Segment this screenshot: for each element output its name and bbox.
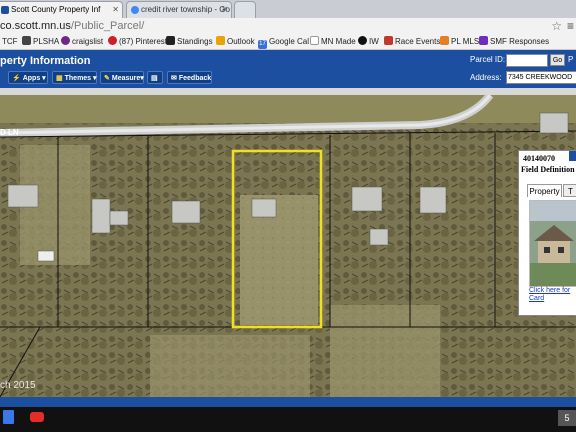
property-card-link[interactable]: Click here for <box>529 287 570 294</box>
feedback-button[interactable]: ✉ Feedback <box>167 71 212 84</box>
bookmark-iw[interactable]: IW <box>358 34 379 49</box>
close-icon[interactable]: ✕ <box>221 2 228 18</box>
app-header: perty Information ⚡ Apps ▾ ▦ Themes ▾ ✎ Mea… <box>0 50 576 88</box>
property-photo <box>529 200 576 287</box>
address-label: Address: <box>470 73 502 82</box>
address-bar[interactable]: co.scott.mn.us/Public_Parcel/ ☆ ≡ <box>0 18 576 34</box>
youtube-icon[interactable] <box>30 412 44 422</box>
tab-other[interactable]: T <box>563 184 576 197</box>
popup-close-button[interactable] <box>569 151 576 161</box>
address-input[interactable]: 7345 CREEKWOOD <box>506 71 576 84</box>
tab-title: Scott County Property Inf <box>11 5 101 14</box>
bookmark-pl-mls[interactable]: PL MLS <box>440 34 479 49</box>
close-icon[interactable]: ✕ <box>112 2 119 18</box>
new-tab-button[interactable] <box>234 1 256 18</box>
bookmark-google-cal[interactable]: 17 Google Cal <box>258 34 309 49</box>
feedback-icon: ✉ <box>171 75 177 82</box>
bookmarks-bar: TCF PLSHA craigslist (87) Pinterest Stan… <box>0 34 576 50</box>
print-button[interactable]: ▤ <box>147 71 163 84</box>
bookmark-mn-made[interactable]: MN Made <box>310 34 356 49</box>
notification-badge[interactable]: 5 <box>558 410 576 426</box>
imagery-date-label: ch 2015 <box>0 380 36 391</box>
bookmark-plsha[interactable]: PLSHA <box>22 34 59 49</box>
tab-google-search[interactable]: credit river township - Go ✕ <box>126 1 232 18</box>
iw-icon <box>358 36 367 45</box>
bookmark-star-icon[interactable]: ☆ <box>551 19 562 33</box>
mls-icon <box>440 36 449 45</box>
lightning-icon: ⚡ <box>12 75 21 82</box>
scott-county-favicon <box>1 6 9 14</box>
parcel-id-input[interactable] <box>506 54 548 67</box>
bookmark-smf-responses[interactable]: SMF Responses <box>479 34 549 49</box>
bookmark-outlook[interactable]: Outlook <box>216 34 255 49</box>
calendar-icon: 17 <box>258 40 267 49</box>
menu-icon[interactable]: ≡ <box>567 19 574 33</box>
aerial-imagery[interactable] <box>0 95 576 397</box>
aerial-map[interactable] <box>0 95 576 397</box>
browser-tab-strip: Scott County Property Inf ✕ credit river… <box>0 0 576 18</box>
page-title: perty Information <box>0 55 91 67</box>
measure-button[interactable]: ✎ Measure▾ <box>100 71 144 84</box>
parcel-info-popup: 40140070 Field Definition Property T Cli… <box>518 150 576 316</box>
standings-icon <box>166 36 175 45</box>
print-icon: ▤ <box>151 75 158 82</box>
craigslist-icon <box>61 36 70 45</box>
tab-scott-county[interactable]: Scott County Property Inf ✕ <box>0 1 123 18</box>
parcel-id-heading: 40140070 <box>523 154 555 163</box>
bookmark-tcf[interactable]: TCF <box>2 34 18 49</box>
cut-off-label: P <box>568 55 574 64</box>
bookmark-race-events[interactable]: Race Events <box>384 34 440 49</box>
themes-icon: ▦ <box>56 75 63 82</box>
docs-icon[interactable] <box>3 410 14 424</box>
plsha-icon <box>22 36 31 45</box>
page-icon <box>310 36 319 45</box>
road-label: D LN <box>0 128 19 137</box>
race-icon <box>384 36 393 45</box>
go-button[interactable]: Go <box>550 54 565 66</box>
themes-button[interactable]: ▦ Themes ▾ <box>52 71 97 84</box>
tab-property[interactable]: Property <box>527 184 562 197</box>
url-text[interactable]: co.scott.mn.us/Public_Parcel/ <box>0 19 144 34</box>
google-favicon <box>131 6 139 14</box>
bookmark-pinterest[interactable]: (87) Pinterest <box>108 34 167 49</box>
house-photo-icon <box>530 201 576 286</box>
pinterest-icon <box>108 36 117 45</box>
property-card-link-cont[interactable]: Card <box>529 295 544 302</box>
ruler-icon: ✎ <box>104 75 110 82</box>
tab-title: credit river township - Go <box>141 5 230 14</box>
parcel-id-label: Parcel ID: <box>470 55 506 64</box>
os-taskbar <box>0 407 576 432</box>
bookmark-craigslist[interactable]: craigslist <box>61 34 103 49</box>
forms-icon <box>479 36 488 45</box>
apps-button[interactable]: ⚡ Apps ▾ <box>8 71 48 84</box>
map-footer-bar <box>0 397 576 407</box>
outlook-icon <box>216 36 225 45</box>
field-definition-link[interactable]: Field Definition <box>521 165 575 174</box>
bookmark-standings[interactable]: Standings <box>166 34 213 49</box>
